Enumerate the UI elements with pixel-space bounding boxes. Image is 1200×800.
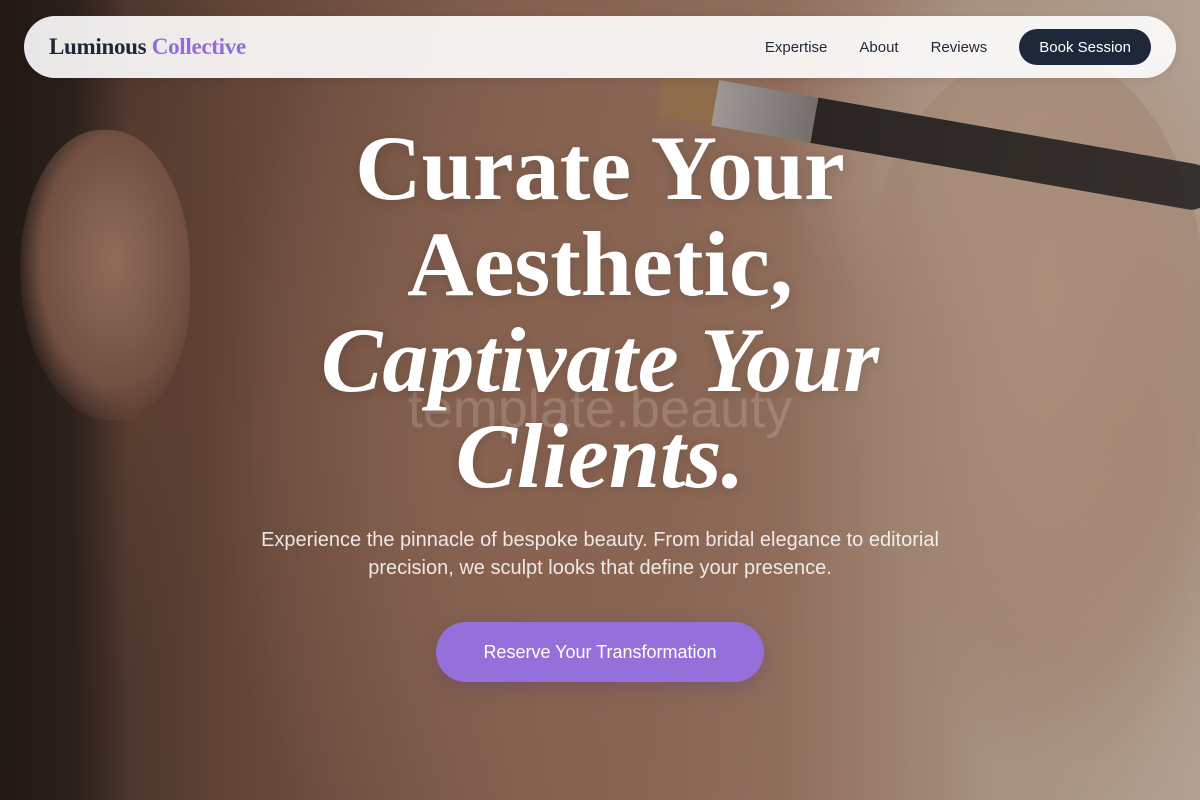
headline-line-1: Curate Your [355,117,845,219]
headline-line-2: Aesthetic, [407,213,793,315]
headline-line-3: Captivate Your [320,309,880,411]
nav-link-expertise[interactable]: Expertise [765,39,828,56]
nav-link-reviews[interactable]: Reviews [931,39,988,56]
book-session-button[interactable]: Book Session [1019,29,1151,65]
logo-accent-text: Collective [151,34,246,59]
hero-headline: Curate Your Aesthetic, Captivate Your Cl… [0,120,1200,504]
brand-logo[interactable]: Luminous Collective [49,34,246,60]
top-navbar: Luminous Collective Expertise About Revi… [24,16,1176,78]
logo-primary-text: Luminous [49,34,147,59]
hero-subtext: Experience the pinnacle of bespoke beaut… [261,529,939,579]
nav-links: Expertise About Reviews Book Session [765,29,1151,65]
reserve-transformation-button[interactable]: Reserve Your Transformation [436,622,764,682]
nav-link-about[interactable]: About [859,39,898,56]
headline-line-4: Clients. [455,405,745,507]
